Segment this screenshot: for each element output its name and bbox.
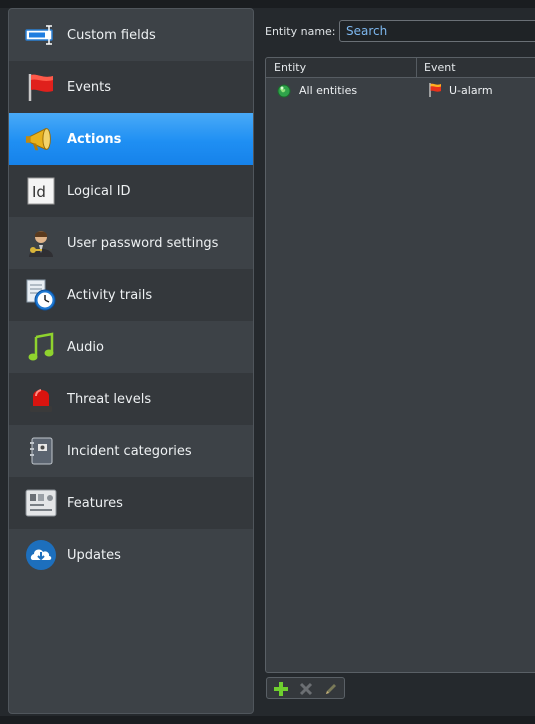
sidebar-item-custom-fields[interactable]: Custom fields	[9, 9, 253, 61]
custom-fields-icon	[25, 19, 57, 51]
table-toolbar	[266, 677, 345, 699]
table-row[interactable]: All entities U-alarm	[266, 79, 535, 101]
edit-icon[interactable]	[323, 681, 339, 697]
logical-id-icon: Id	[25, 175, 57, 207]
column-header-event[interactable]: Event	[424, 61, 456, 74]
features-panel-icon	[25, 487, 57, 519]
column-header-entity[interactable]: Entity	[274, 61, 306, 74]
column-divider[interactable]	[416, 58, 417, 77]
sidebar-item-label: Features	[67, 495, 123, 511]
megaphone-icon	[25, 123, 57, 155]
sidebar-item-threat-levels[interactable]: Threat levels	[9, 373, 253, 425]
entity-search-input[interactable]	[339, 20, 535, 42]
sidebar-item-user-password-settings[interactable]: User password settings	[9, 217, 253, 269]
sidebar-item-features[interactable]: Features	[9, 477, 253, 529]
sidebar-item-label: Actions	[67, 131, 122, 147]
delete-icon[interactable]	[298, 681, 314, 697]
user-key-icon	[25, 227, 57, 259]
sidebar-item-label: Threat levels	[67, 391, 152, 407]
sidebar: Custom fields Events Actions Id Logical …	[8, 8, 254, 714]
top-frame-bar	[0, 0, 535, 8]
sidebar-item-label: Incident categories	[67, 443, 192, 459]
entity-name-label: Entity name:	[265, 25, 336, 38]
sidebar-item-audio[interactable]: Audio	[9, 321, 253, 373]
green-globe-icon	[277, 83, 291, 102]
sidebar-item-label: Custom fields	[67, 27, 156, 43]
sidebar-item-actions[interactable]: Actions	[9, 113, 253, 165]
siren-icon	[25, 383, 57, 415]
bottom-frame-bar	[0, 716, 535, 724]
red-flag-icon	[427, 82, 443, 102]
sidebar-item-label: User password settings	[67, 235, 219, 251]
sidebar-item-label: Logical ID	[67, 183, 131, 199]
entity-cell: All entities	[299, 84, 358, 97]
red-flag-icon	[25, 71, 57, 103]
sidebar-item-label: Activity trails	[67, 287, 153, 303]
activity-clock-icon	[25, 279, 57, 311]
sidebar-item-updates[interactable]: Updates	[9, 529, 253, 581]
sidebar-item-events[interactable]: Events	[9, 61, 253, 113]
table-header: Entity Event	[266, 58, 535, 78]
event-cell: U-alarm	[449, 84, 493, 97]
sidebar-item-incident-categories[interactable]: Incident categories	[9, 425, 253, 477]
actions-table: Entity Event All entities U-alarm	[265, 57, 535, 673]
svg-text:Id: Id	[32, 183, 46, 201]
sidebar-item-activity-trails[interactable]: Activity trails	[9, 269, 253, 321]
sidebar-item-logical-id[interactable]: Id Logical ID	[9, 165, 253, 217]
notebook-icon	[25, 435, 57, 467]
add-icon[interactable]	[273, 681, 289, 697]
sidebar-item-label: Updates	[67, 547, 121, 563]
music-note-icon	[25, 331, 57, 363]
sidebar-item-label: Events	[67, 79, 112, 95]
cloud-download-icon	[25, 539, 57, 571]
sidebar-item-label: Audio	[67, 339, 104, 355]
